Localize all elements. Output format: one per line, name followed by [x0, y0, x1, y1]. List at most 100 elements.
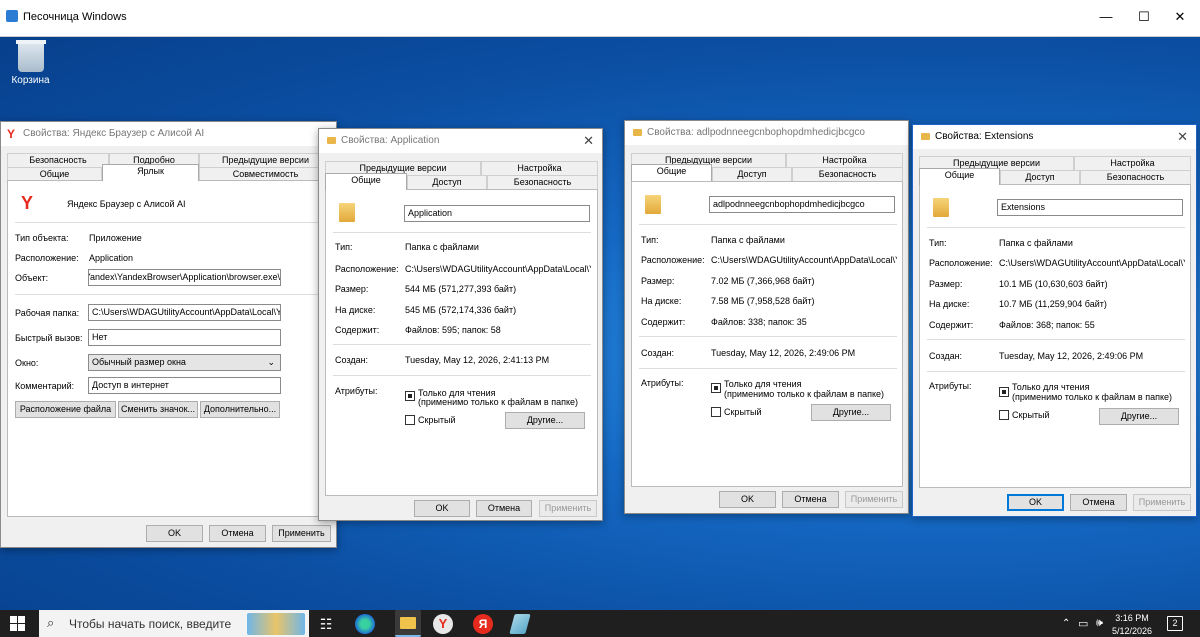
hidden-label: Скрытый — [724, 407, 762, 417]
tab-security[interactable]: Безопасность — [7, 153, 109, 167]
readonly-label: Только для чтения — [724, 379, 802, 389]
cancel-button[interactable]: Отмена — [1070, 494, 1127, 511]
tab-security[interactable]: Безопасность — [792, 167, 903, 181]
location-value: C:\Users\WDAGUtilityAccount\AppData\Loca… — [999, 258, 1185, 268]
close-icon[interactable]: ✕ — [1177, 129, 1188, 145]
divider — [15, 222, 325, 223]
divider — [333, 375, 591, 376]
size-label: Размер: — [929, 279, 963, 289]
file-explorer-icon[interactable] — [395, 610, 421, 637]
folder-icon — [645, 195, 661, 214]
folder-name-input[interactable]: Extensions — [997, 199, 1183, 216]
tab-sharing[interactable]: Доступ — [407, 175, 487, 189]
location-value: Application — [89, 253, 134, 263]
folder-name-input[interactable]: Application — [404, 205, 590, 222]
tab-general[interactable]: Общие — [919, 168, 1000, 185]
cancel-button[interactable]: Отмена — [476, 500, 532, 517]
attributes-label: Атрибуты: — [641, 378, 684, 388]
divider — [333, 232, 591, 233]
readonly-checkbox[interactable] — [711, 383, 721, 393]
readonly-note: (применимо только к файлам в папке) — [1012, 392, 1172, 402]
tab-sharing[interactable]: Доступ — [712, 167, 792, 181]
apply-button[interactable]: Применить — [272, 525, 331, 542]
ok-button[interactable]: OK — [146, 525, 203, 542]
minimize-button[interactable]: — — [1095, 7, 1117, 27]
target-input[interactable]: \Yandex\YandexBrowser\Application\browse… — [88, 269, 281, 286]
apply-button[interactable]: Применить — [539, 500, 597, 517]
close-icon[interactable]: ✕ — [583, 133, 594, 149]
apply-button[interactable]: Применить — [845, 491, 903, 508]
edge-icon[interactable] — [355, 614, 375, 634]
tab-settings[interactable]: Настройка — [786, 153, 903, 167]
other-attributes-button[interactable]: Другие... — [1099, 408, 1179, 425]
search-highlight-image — [247, 613, 305, 635]
task-view-icon[interactable]: ☷ — [316, 614, 336, 634]
clock-date[interactable]: 5/12/2026 — [1108, 626, 1156, 636]
tab-general[interactable]: Общие — [7, 167, 102, 181]
ok-button[interactable]: OK — [719, 491, 776, 508]
volume-icon[interactable]: 🕪 — [1096, 617, 1103, 630]
cancel-button[interactable]: Отмена — [209, 525, 266, 542]
open-file-location-button[interactable]: Расположение файла — [15, 401, 116, 418]
cancel-button[interactable]: Отмена — [782, 491, 839, 508]
comment-input[interactable]: Доступ в интернет — [88, 377, 281, 394]
change-icon-button[interactable]: Сменить значок... — [118, 401, 198, 418]
yandex-icon[interactable]: Я — [473, 614, 493, 634]
readonly-checkbox[interactable] — [405, 391, 415, 401]
close-button[interactable]: ✕ — [1169, 7, 1191, 27]
hidden-checkbox[interactable] — [405, 415, 415, 425]
tab-compatibility[interactable]: Совместимость — [199, 167, 332, 181]
type-value: Папка с файлами — [999, 238, 1073, 248]
created-value: Tuesday, May 12, 2026, 2:49:06 PM — [711, 348, 856, 358]
app-icon[interactable] — [509, 614, 531, 634]
comment-label: Комментарий: — [15, 381, 75, 391]
ok-button[interactable]: OK — [1007, 494, 1064, 511]
created-label: Создан: — [641, 348, 675, 358]
tab-panel — [631, 181, 903, 487]
run-select[interactable]: Обычный размер окна ⌄ — [88, 354, 281, 371]
start-in-input[interactable]: C:\Users\WDAGUtilityAccount\AppData\Loca… — [88, 304, 281, 321]
taskbar-search[interactable]: ⌕ Чтобы начать поиск, введите — [39, 610, 309, 637]
apply-button[interactable]: Применить — [1133, 494, 1191, 511]
maximize-button[interactable]: ☐ — [1133, 7, 1155, 27]
hidden-checkbox[interactable] — [999, 410, 1009, 420]
hidden-checkbox[interactable] — [711, 407, 721, 417]
network-icon[interactable]: ▭ — [1078, 617, 1088, 630]
readonly-checkbox[interactable] — [999, 387, 1009, 397]
tab-sharing[interactable]: Доступ — [1000, 170, 1080, 184]
run-select-value: Обычный размер окна — [92, 357, 186, 367]
clock-time[interactable]: 3:16 PM — [1112, 613, 1152, 623]
tab-general[interactable]: Общие — [325, 173, 407, 190]
shortcut-name: Яндекс Браузер с Алисой AI — [67, 199, 186, 209]
created-value: Tuesday, May 12, 2026, 2:49:06 PM — [999, 351, 1144, 361]
tab-shortcut[interactable]: Ярлык — [102, 164, 199, 181]
recycle-bin[interactable]: Корзина — [8, 37, 53, 86]
window-titlebar: Свойства: Extensions ✕ — [913, 125, 1196, 149]
ok-button[interactable]: OK — [414, 500, 470, 517]
tab-panel — [7, 180, 332, 517]
other-attributes-button[interactable]: Другие... — [811, 404, 891, 421]
attributes-label: Атрибуты: — [335, 386, 378, 396]
run-label: Окно: — [15, 358, 39, 368]
chevron-up-icon[interactable]: ⌃ — [1062, 618, 1070, 629]
size-on-disk-value: 7.58 МБ (7,958,528 байт) — [711, 296, 815, 306]
created-label: Создан: — [929, 351, 963, 361]
hotkey-input[interactable]: Нет — [88, 329, 281, 346]
notifications-icon[interactable]: 2 — [1167, 616, 1183, 631]
folder-icon — [339, 203, 355, 222]
tab-general[interactable]: Общие — [631, 164, 712, 181]
sandbox-icon — [6, 10, 18, 22]
tab-settings[interactable]: Настройка — [481, 161, 598, 175]
tab-previous-versions[interactable]: Предыдущие версии — [199, 153, 332, 167]
sandbox-title: Песочница Windows — [23, 11, 127, 23]
folder-name-input[interactable]: adlpodnneegcnbophopdmhedicjbcgco — [709, 196, 895, 213]
tab-security[interactable]: Безопасность — [487, 175, 598, 189]
yandex-browser-icon[interactable]: Y — [433, 614, 453, 634]
divider — [333, 344, 591, 345]
advanced-button[interactable]: Дополнительно... — [200, 401, 280, 418]
type-value: Папка с файлами — [405, 242, 479, 252]
tab-settings[interactable]: Настройка — [1074, 156, 1191, 170]
tab-security[interactable]: Безопасность — [1080, 170, 1191, 184]
windows-start-icon[interactable] — [10, 616, 25, 631]
other-attributes-button[interactable]: Другие... — [505, 412, 585, 429]
